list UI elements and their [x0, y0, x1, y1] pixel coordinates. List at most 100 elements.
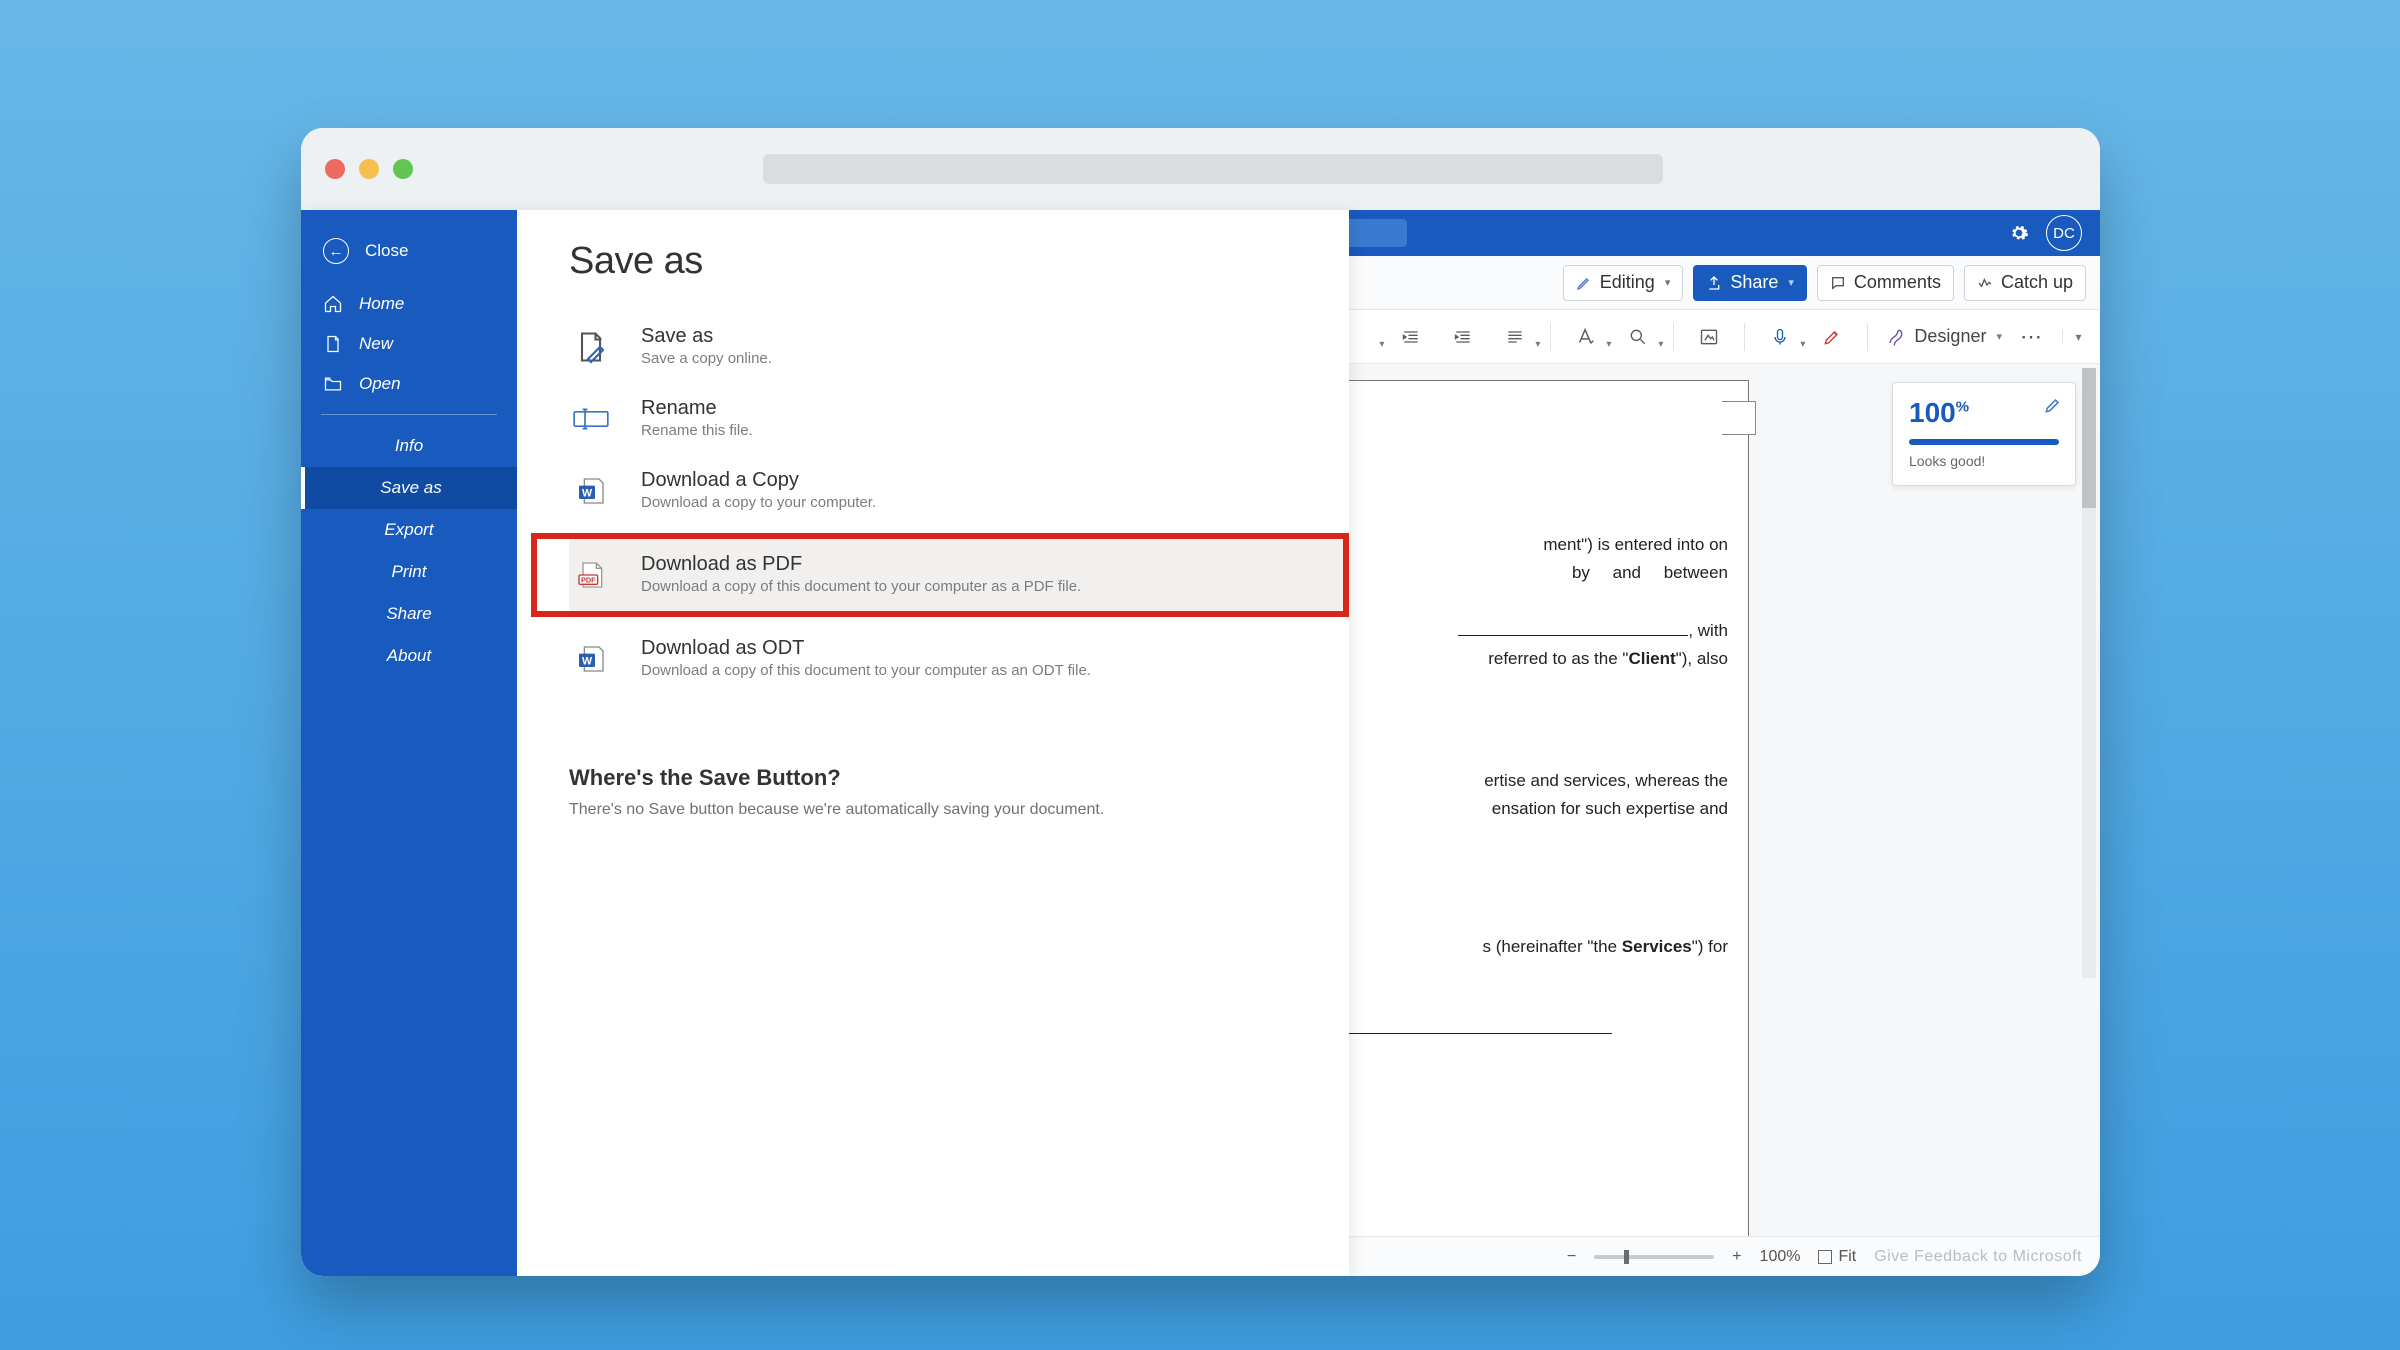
- saveas-option-rename[interactable]: Rename Rename this file.: [569, 383, 1349, 455]
- separator: [1744, 323, 1745, 351]
- fit-label: Fit: [1838, 1248, 1856, 1266]
- nav-print[interactable]: Print: [301, 551, 517, 593]
- back-arrow-icon: ←: [323, 238, 349, 264]
- styles-icon[interactable]: ▾: [1569, 320, 1603, 354]
- fit-icon: [1818, 1250, 1832, 1264]
- saveas-option-download-odt[interactable]: W Download as ODT Download a copy of thi…: [569, 623, 1349, 695]
- zoom-window-icon[interactable]: [393, 159, 413, 179]
- doc-text: [1322, 1015, 1728, 1043]
- backstage-title: Save as: [569, 240, 1349, 283]
- catch-up-button[interactable]: Catch up: [1964, 265, 2086, 301]
- zoom-value[interactable]: 100%: [1760, 1248, 1801, 1266]
- minimize-window-icon[interactable]: [359, 159, 379, 179]
- save-info-heading: Where's the Save Button?: [569, 765, 1349, 791]
- option-sub: Download a copy of this document to your…: [641, 578, 1081, 595]
- fit-button[interactable]: Fit: [1818, 1248, 1856, 1266]
- option-title: Download as PDF: [641, 553, 1081, 576]
- editor-score-value: 100%: [1909, 397, 2059, 429]
- nav-export[interactable]: Export: [301, 509, 517, 551]
- option-sub: Download a copy of this document to your…: [641, 662, 1091, 679]
- editor-score-bar: [1909, 439, 2059, 445]
- increase-indent-icon[interactable]: [1446, 320, 1480, 354]
- settings-icon[interactable]: [2004, 218, 2034, 248]
- editor-icon[interactable]: [1815, 320, 1849, 354]
- zoom-in-icon[interactable]: +: [1732, 1248, 1741, 1266]
- word-file-icon: W: [569, 469, 613, 513]
- save-info-text: There's no Save button because we're aut…: [569, 801, 1349, 819]
- scroll-thumb[interactable]: [2082, 368, 2096, 508]
- nav-label: Print: [392, 562, 427, 581]
- doc-text: ensation for such expertise and: [1322, 795, 1728, 823]
- zoom-out-icon[interactable]: −: [1567, 1248, 1576, 1266]
- feedback-link[interactable]: Give Feedback to Microsoft: [1874, 1248, 2082, 1266]
- svg-text:W: W: [582, 655, 593, 667]
- separator: [1550, 323, 1551, 351]
- nav-label: New: [359, 334, 393, 354]
- close-label: Close: [365, 241, 408, 261]
- separator: [1673, 323, 1674, 351]
- comments-button[interactable]: Comments: [1817, 265, 1954, 301]
- option-title: Save as: [641, 325, 772, 348]
- nav-info[interactable]: Info: [301, 425, 517, 467]
- designer-label: Designer: [1914, 326, 1986, 347]
- rename-icon: [569, 397, 613, 441]
- nav-new[interactable]: New: [301, 324, 517, 364]
- designer-button[interactable]: Designer ▾: [1886, 326, 2002, 347]
- decrease-indent-icon[interactable]: [1394, 320, 1428, 354]
- option-title: Rename: [641, 397, 753, 420]
- nav-label: Home: [359, 294, 404, 314]
- nav-home[interactable]: Home: [301, 284, 517, 324]
- chevron-down-icon: ▾: [1996, 330, 2002, 343]
- close-window-icon[interactable]: [325, 159, 345, 179]
- editing-label: Editing: [1600, 272, 1655, 293]
- saveas-option-download-copy[interactable]: W Download a Copy Download a copy to you…: [569, 455, 1349, 527]
- backstage-main: Save as Save as Save a copy online. Rena…: [517, 210, 1349, 1276]
- nav-label: Open: [359, 374, 401, 394]
- document-body: ment") is entered into on by and between…: [1302, 381, 1748, 1043]
- saveas-option-save-as[interactable]: Save as Save a copy online.: [569, 311, 1349, 383]
- user-avatar[interactable]: DC: [2046, 215, 2082, 251]
- page-tab: [1722, 401, 1756, 435]
- editor-score-msg: Looks good!: [1909, 453, 2059, 469]
- share-button[interactable]: Share▾: [1693, 265, 1807, 301]
- saveas-option-download-pdf[interactable]: PDF Download as PDF Download a copy of t…: [569, 539, 1343, 611]
- nav-label: About: [387, 646, 431, 665]
- nav-label: Export: [384, 520, 433, 539]
- nav-label: Save as: [380, 478, 441, 497]
- titlebar-search[interactable]: [763, 154, 1663, 184]
- doc-text: , with: [1322, 617, 1728, 645]
- catchup-label: Catch up: [2001, 272, 2073, 293]
- editing-mode-button[interactable]: Editing ▾: [1563, 265, 1684, 301]
- document-page: ment") is entered into on by and between…: [1301, 380, 1749, 1276]
- chevron-down-icon: ▾: [1665, 276, 1671, 289]
- find-icon[interactable]: ▾: [1621, 320, 1655, 354]
- editor-score-card[interactable]: 100% Looks good!: [1892, 382, 2076, 486]
- svg-text:PDF: PDF: [581, 575, 596, 584]
- backstage-close-button[interactable]: ← Close: [301, 228, 517, 284]
- window-controls: [325, 159, 413, 179]
- align-icon[interactable]: ▾: [1498, 320, 1532, 354]
- chevron-down-icon: ▾: [1788, 276, 1794, 289]
- doc-text: by and between: [1322, 559, 1728, 587]
- doc-text: referred to as the "Client"), also: [1322, 645, 1728, 673]
- nav-about[interactable]: About: [301, 635, 517, 677]
- dictate-icon[interactable]: ▾: [1763, 320, 1797, 354]
- nav-save-as[interactable]: Save as: [301, 467, 517, 509]
- collapse-ribbon-icon[interactable]: ▾: [2062, 330, 2084, 344]
- zoom-slider[interactable]: [1594, 1255, 1714, 1259]
- separator: [1867, 323, 1868, 351]
- document-pencil-icon: [569, 325, 613, 369]
- nav-label: Share: [386, 604, 431, 623]
- sidebar-divider: [321, 414, 497, 415]
- nav-open[interactable]: Open: [301, 364, 517, 404]
- option-title: Download a Copy: [641, 469, 876, 492]
- option-title: Download as ODT: [641, 637, 1091, 660]
- vertical-scrollbar[interactable]: [2082, 368, 2096, 978]
- app-window: DC Editing▾ Share▾ Comments Catch up ▾ ▾…: [301, 128, 2100, 1276]
- zoom-knob[interactable]: [1624, 1250, 1629, 1264]
- nav-share[interactable]: Share: [301, 593, 517, 635]
- more-options-icon[interactable]: ⋯: [2020, 324, 2044, 350]
- option-sub: Rename this file.: [641, 422, 753, 439]
- option-sub: Download a copy to your computer.: [641, 494, 876, 511]
- reading-view-icon[interactable]: [1692, 320, 1726, 354]
